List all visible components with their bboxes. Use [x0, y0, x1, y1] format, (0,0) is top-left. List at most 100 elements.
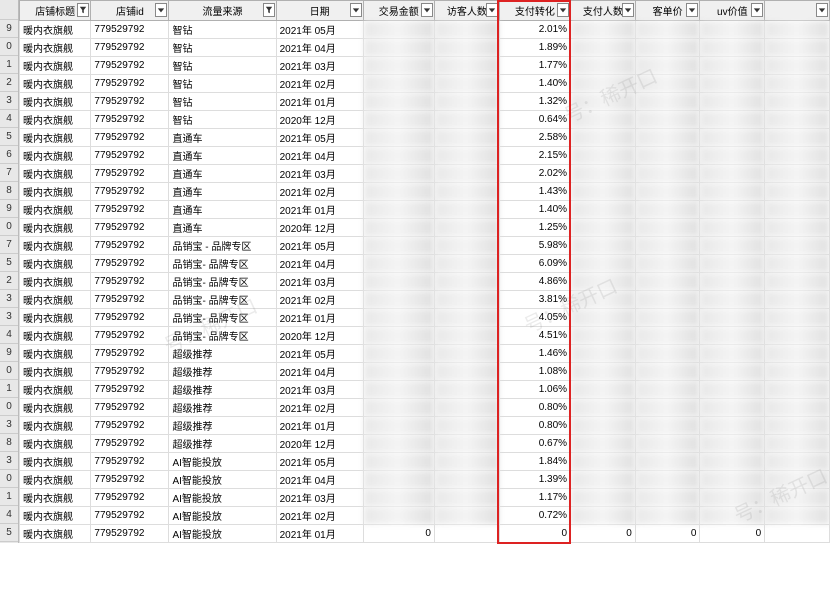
cell-vis[interactable]: ███: [434, 399, 499, 417]
cell-extra[interactable]: ███: [765, 255, 830, 273]
row-number[interactable]: 8: [0, 182, 18, 200]
cell-unit[interactable]: ███: [635, 489, 700, 507]
cell-conv[interactable]: 1.84%: [499, 453, 570, 471]
dropdown-icon[interactable]: [686, 3, 698, 17]
row-number[interactable]: 0: [0, 38, 18, 56]
cell-pay[interactable]: ███: [571, 75, 636, 93]
row-number[interactable]: 4: [0, 326, 18, 344]
row-number[interactable]: 9: [0, 200, 18, 218]
cell-conv[interactable]: 1.17%: [499, 489, 570, 507]
cell-vis[interactable]: ███: [434, 129, 499, 147]
cell-uv[interactable]: ███: [700, 219, 765, 237]
cell-conv[interactable]: 0: [499, 525, 570, 543]
cell-conv[interactable]: 4.51%: [499, 327, 570, 345]
cell-date[interactable]: 2021年 03月: [276, 489, 363, 507]
cell-vis[interactable]: ███: [434, 75, 499, 93]
cell-amt[interactable]: ███: [363, 129, 434, 147]
cell-amt[interactable]: ███: [363, 111, 434, 129]
cell-amt[interactable]: ███: [363, 219, 434, 237]
cell-date[interactable]: 2021年 04月: [276, 363, 363, 381]
cell-extra[interactable]: ███: [765, 129, 830, 147]
cell-date[interactable]: 2020年 12月: [276, 111, 363, 129]
cell-vis[interactable]: ███: [434, 363, 499, 381]
cell-amt[interactable]: ███: [363, 507, 434, 525]
cell-src[interactable]: 超级推荐: [169, 381, 276, 399]
cell-date[interactable]: 2021年 03月: [276, 273, 363, 291]
cell-conv[interactable]: 3.81%: [499, 291, 570, 309]
cell-conv[interactable]: 4.05%: [499, 309, 570, 327]
cell-date[interactable]: 2021年 05月: [276, 453, 363, 471]
cell-date[interactable]: 2021年 03月: [276, 57, 363, 75]
cell-extra[interactable]: ███: [765, 345, 830, 363]
dropdown-icon[interactable]: [155, 3, 167, 17]
cell-extra[interactable]: ███: [765, 57, 830, 75]
cell-id[interactable]: 779529792: [91, 273, 169, 291]
cell-conv[interactable]: 1.89%: [499, 39, 570, 57]
row-number[interactable]: 8: [0, 434, 18, 452]
cell-date[interactable]: 2021年 04月: [276, 471, 363, 489]
cell-pay[interactable]: ███: [571, 291, 636, 309]
cell-vis[interactable]: ███: [434, 255, 499, 273]
dropdown-icon[interactable]: [622, 3, 634, 17]
cell-conv[interactable]: 2.01%: [499, 21, 570, 39]
cell-conv[interactable]: 5.98%: [499, 237, 570, 255]
cell-shop[interactable]: 暖内衣旗舰: [20, 129, 91, 147]
cell-vis[interactable]: ███: [434, 381, 499, 399]
row-number[interactable]: 3: [0, 308, 18, 326]
column-header-id[interactable]: 店铺id: [91, 1, 169, 21]
cell-unit[interactable]: ███: [635, 147, 700, 165]
cell-date[interactable]: 2021年 01月: [276, 525, 363, 543]
cell-shop[interactable]: 暖内衣旗舰: [20, 273, 91, 291]
cell-id[interactable]: 779529792: [91, 363, 169, 381]
cell-uv[interactable]: ███: [700, 237, 765, 255]
column-header-unit[interactable]: 客单价: [635, 1, 700, 21]
cell-src[interactable]: 品销宝- 品牌专区: [169, 327, 276, 345]
cell-pay[interactable]: ███: [571, 219, 636, 237]
cell-id[interactable]: 779529792: [91, 75, 169, 93]
column-header-date[interactable]: 日期: [276, 1, 363, 21]
cell-extra[interactable]: ███: [765, 21, 830, 39]
cell-src[interactable]: 直通车: [169, 201, 276, 219]
cell-src[interactable]: 智钻: [169, 75, 276, 93]
cell-id[interactable]: 779529792: [91, 93, 169, 111]
cell-vis[interactable]: ███: [434, 471, 499, 489]
cell-date[interactable]: 2021年 02月: [276, 399, 363, 417]
cell-extra[interactable]: ███: [765, 111, 830, 129]
cell-extra[interactable]: ███: [765, 201, 830, 219]
cell-amt[interactable]: ███: [363, 381, 434, 399]
cell-extra[interactable]: ███: [765, 273, 830, 291]
cell-unit[interactable]: ███: [635, 255, 700, 273]
cell-conv[interactable]: 1.06%: [499, 381, 570, 399]
cell-vis[interactable]: ███: [434, 453, 499, 471]
cell-shop[interactable]: 暖内衣旗舰: [20, 345, 91, 363]
cell-shop[interactable]: 暖内衣旗舰: [20, 219, 91, 237]
cell-src[interactable]: 品销宝- 品牌专区: [169, 291, 276, 309]
cell-pay[interactable]: ███: [571, 165, 636, 183]
cell-shop[interactable]: 暖内衣旗舰: [20, 93, 91, 111]
cell-src[interactable]: 直通车: [169, 129, 276, 147]
cell-vis[interactable]: ███: [434, 273, 499, 291]
row-number[interactable]: 0: [0, 362, 18, 380]
cell-uv[interactable]: ███: [700, 273, 765, 291]
cell-pay[interactable]: ███: [571, 453, 636, 471]
cell-vis[interactable]: ███: [434, 147, 499, 165]
cell-date[interactable]: 2021年 04月: [276, 39, 363, 57]
cell-id[interactable]: 779529792: [91, 219, 169, 237]
cell-amt[interactable]: ███: [363, 183, 434, 201]
cell-id[interactable]: 779529792: [91, 525, 169, 543]
cell-extra[interactable]: ███: [765, 417, 830, 435]
cell-src[interactable]: 品销宝- 品牌专区: [169, 273, 276, 291]
column-header-shop[interactable]: 店铺标题: [20, 1, 91, 21]
cell-extra[interactable]: ███: [765, 309, 830, 327]
cell-pay[interactable]: ███: [571, 363, 636, 381]
cell-id[interactable]: 779529792: [91, 453, 169, 471]
cell-pay[interactable]: ███: [571, 201, 636, 219]
row-number[interactable]: 4: [0, 506, 18, 524]
cell-uv[interactable]: ███: [700, 327, 765, 345]
row-number[interactable]: 5: [0, 524, 18, 542]
row-number[interactable]: 5: [0, 128, 18, 146]
cell-conv[interactable]: 2.02%: [499, 165, 570, 183]
cell-unit[interactable]: ███: [635, 453, 700, 471]
cell-src[interactable]: 直通车: [169, 165, 276, 183]
cell-date[interactable]: 2020年 12月: [276, 327, 363, 345]
